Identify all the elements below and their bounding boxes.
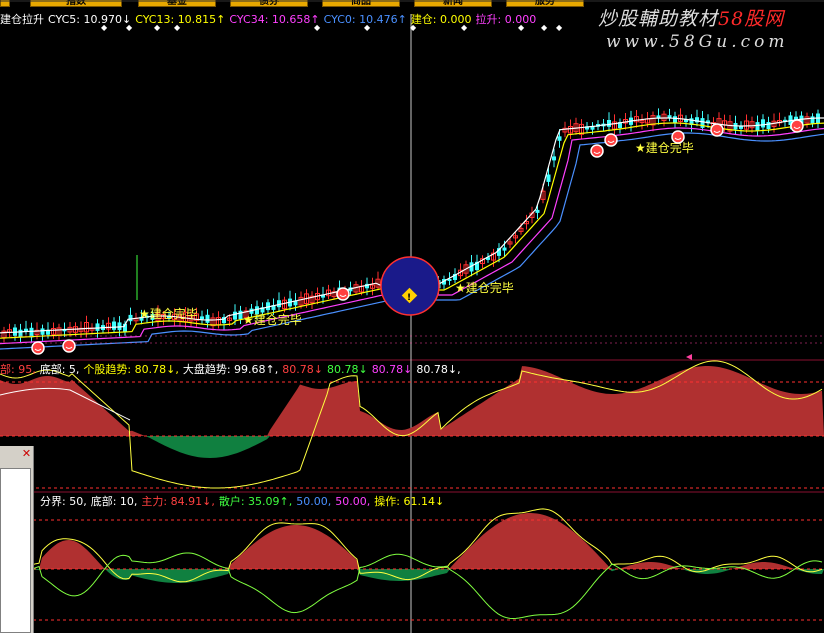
capital-area-green: [33, 569, 824, 583]
smiley-icon: [790, 119, 804, 133]
trend-area-green: [0, 436, 824, 458]
capital-indicator-value: 操作: 61.14↓: [374, 495, 445, 508]
retail-line: [32, 552, 823, 620]
smiley-icon: [671, 130, 685, 144]
candle-body: [557, 136, 562, 141]
capital-indicator-value: 主力: 84.91↓,: [141, 495, 215, 508]
main-indicator-value: 建仓: 0.000: [410, 13, 472, 26]
highlight-circle: [380, 256, 440, 316]
trend-indicator-value: 个股趋势: 80.78↓,: [83, 363, 179, 376]
candle-body: [607, 120, 611, 127]
trend-indicator-value: 80.78↓: [282, 363, 323, 376]
candle-body: [205, 314, 210, 323]
main-indicator-value: CYC0: 10.476↑: [323, 13, 407, 26]
diamond-label: !: [407, 293, 411, 303]
candle-body: [40, 328, 45, 335]
candle-body: [552, 156, 556, 161]
candle-body: [233, 311, 237, 320]
smiley-icon: [31, 341, 45, 355]
candle-body: [128, 314, 133, 322]
trend-indicator-value: 80.78↓: [371, 363, 413, 376]
main-indicator-value: 拉升: 0.000: [475, 13, 537, 26]
buy-complete-signal: ★建仓完毕: [243, 312, 302, 327]
smiley-icon: [62, 339, 76, 353]
candle-body: [238, 310, 243, 320]
capital-indicator-value: 50.00,: [335, 495, 371, 508]
capital-area-red: [33, 513, 824, 569]
candle-body: [673, 116, 677, 124]
candle-body: [810, 116, 815, 124]
trend-indicator-value: 底部: 5,: [39, 363, 80, 376]
signal-marker: ◆: [541, 23, 548, 32]
side-panel-list[interactable]: [0, 468, 31, 633]
smiley-icon: [590, 144, 604, 158]
candle-body: [755, 122, 760, 131]
moving-average-line: [0, 132, 824, 350]
main-indicator-value: CYC34: 10.658↑: [229, 13, 320, 26]
candle-body: [200, 316, 204, 319]
side-panel[interactable]: [0, 446, 34, 633]
capital-indicator-header: 分界: 50, 底部: 10, 主力: 84.91↓, 散户: 35.09↑, 50.0…: [40, 495, 448, 509]
main-indicator-header: 建仓拉升 CYC5: 10.970↓ CYC13: 10.815↑ CYC34: 10…: [0, 13, 540, 27]
trend-indicator-value: 80.78↓: [326, 363, 368, 376]
smiley-icon: [710, 123, 724, 137]
smiley-icon: [336, 287, 350, 301]
candle-body: [112, 321, 116, 330]
candle-body: [546, 174, 551, 182]
buy-complete-signal: ★建仓完毕: [455, 280, 514, 295]
main-indicator-value: 建仓拉升: [0, 13, 44, 26]
capital-indicator-value: 分界: 50,: [40, 495, 87, 508]
capital-indicator-value: 50.00,: [296, 495, 332, 508]
candle-body: [95, 323, 100, 331]
candle-body: [766, 122, 771, 129]
candle-body: [535, 209, 540, 213]
close-icon[interactable]: ✕: [20, 448, 33, 460]
smiley-icon: [604, 133, 618, 147]
trend-indicator-value: 大盘趋势: 99.68↑,: [182, 363, 279, 376]
main-indicator-value: CYC5: 10.970↓: [48, 13, 132, 26]
candle-body: [24, 328, 28, 332]
buy-complete-signal: ★建仓完毕: [635, 140, 694, 155]
candle-body: [761, 119, 765, 128]
cursor-marker: [686, 354, 692, 360]
candle-body: [502, 247, 507, 251]
trend-indicator-value: 部: 95,: [0, 363, 36, 376]
trend-indicator-value: 80.78↓,: [416, 363, 461, 376]
trend-indicator-header: 部: 95, 底部: 5, 个股趋势: 80.78↓, 大盘趋势: 99.68↑, 80…: [0, 363, 465, 377]
candle-body: [700, 118, 705, 128]
stock-chart[interactable]: ★建仓完毕 ★建仓完毕★建仓完毕★建仓完毕!◆ ◆ ◆ ◆ ◆ ◆ ◆ ◆ ◆ ◆ ◆: [0, 0, 824, 633]
capital-indicator-value: 散户: 35.09↑,: [218, 495, 293, 508]
buy-complete-signal: ★建仓完毕: [139, 306, 198, 321]
main-indicator-value: CYC13: 10.815↑: [135, 13, 226, 26]
signal-marker: ◆: [556, 23, 563, 32]
capital-indicator-value: 底部: 10,: [90, 495, 138, 508]
